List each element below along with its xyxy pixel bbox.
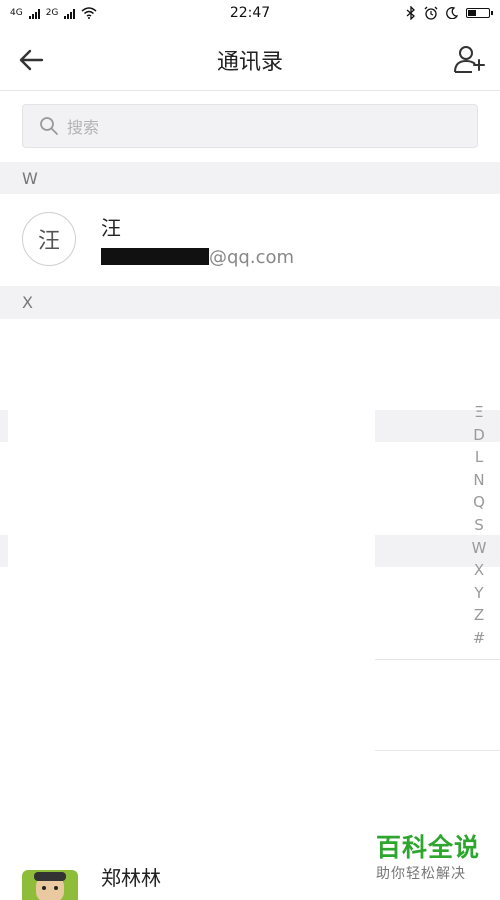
- contact-row[interactable]: 汪 汪 @qq.com: [0, 194, 500, 286]
- avatar: 汪: [22, 212, 76, 266]
- network-type-1: 4G: [10, 7, 23, 18]
- index-letter[interactable]: W: [464, 537, 494, 560]
- status-bar: 4G 2G 22:47: [0, 0, 500, 26]
- section-header-x: X: [0, 286, 500, 319]
- person-photo-icon: [34, 872, 66, 900]
- index-letter[interactable]: #: [464, 627, 494, 650]
- nav-bar: 通讯录: [0, 30, 500, 91]
- network-type-2: 2G: [45, 7, 59, 18]
- search-icon: [40, 117, 58, 135]
- index-letter[interactable]: X: [464, 559, 494, 582]
- divider-2: [375, 750, 500, 751]
- email-suffix: @qq.com: [209, 247, 295, 268]
- battery-icon: [466, 8, 493, 18]
- moon-icon: [446, 7, 458, 19]
- section-header-w: W: [0, 162, 500, 194]
- alarm-icon: [424, 6, 438, 20]
- search-placeholder: 搜索: [67, 118, 100, 137]
- contact-email: @qq.com: [101, 247, 294, 268]
- clock: 22:47: [229, 5, 271, 21]
- contact-name-partial: 郑林林: [101, 866, 161, 890]
- wifi-icon: [81, 7, 97, 19]
- search-box[interactable]: 搜索: [22, 104, 478, 148]
- index-letter[interactable]: Y: [464, 582, 494, 605]
- alphabet-index-bar[interactable]: Ξ D L N Q S W X Y Z #: [464, 401, 494, 650]
- divider: [375, 659, 500, 660]
- section-strip-left: [0, 410, 8, 442]
- index-letter[interactable]: Z: [464, 604, 494, 627]
- watermark-logo: 百科全说 助你轻松解决: [376, 828, 486, 883]
- watermark-title: 百科全说: [376, 833, 481, 862]
- index-letter[interactable]: L: [464, 446, 494, 469]
- page-title: 通讯录: [216, 50, 283, 75]
- section-strip-left-2: [0, 535, 8, 567]
- index-letter[interactable]: S: [464, 514, 494, 537]
- bluetooth-icon: [406, 6, 415, 20]
- index-letter[interactable]: Ξ: [464, 401, 494, 424]
- signal-indicators: 4G 2G: [10, 7, 97, 19]
- status-icons: [406, 6, 493, 20]
- watermark-subtitle: 助你轻松解决: [376, 866, 466, 882]
- battery-level: [468, 10, 476, 16]
- signal-icon: [28, 8, 40, 19]
- contact-avatar-photo: [22, 870, 78, 900]
- index-letter[interactable]: N: [464, 469, 494, 492]
- add-contact-icon[interactable]: [452, 42, 486, 76]
- index-letter[interactable]: D: [464, 424, 494, 447]
- index-letter[interactable]: Q: [464, 491, 494, 514]
- contact-name: 汪: [101, 216, 121, 240]
- redacted-block: [101, 248, 209, 265]
- signal-icon-2: [64, 8, 76, 19]
